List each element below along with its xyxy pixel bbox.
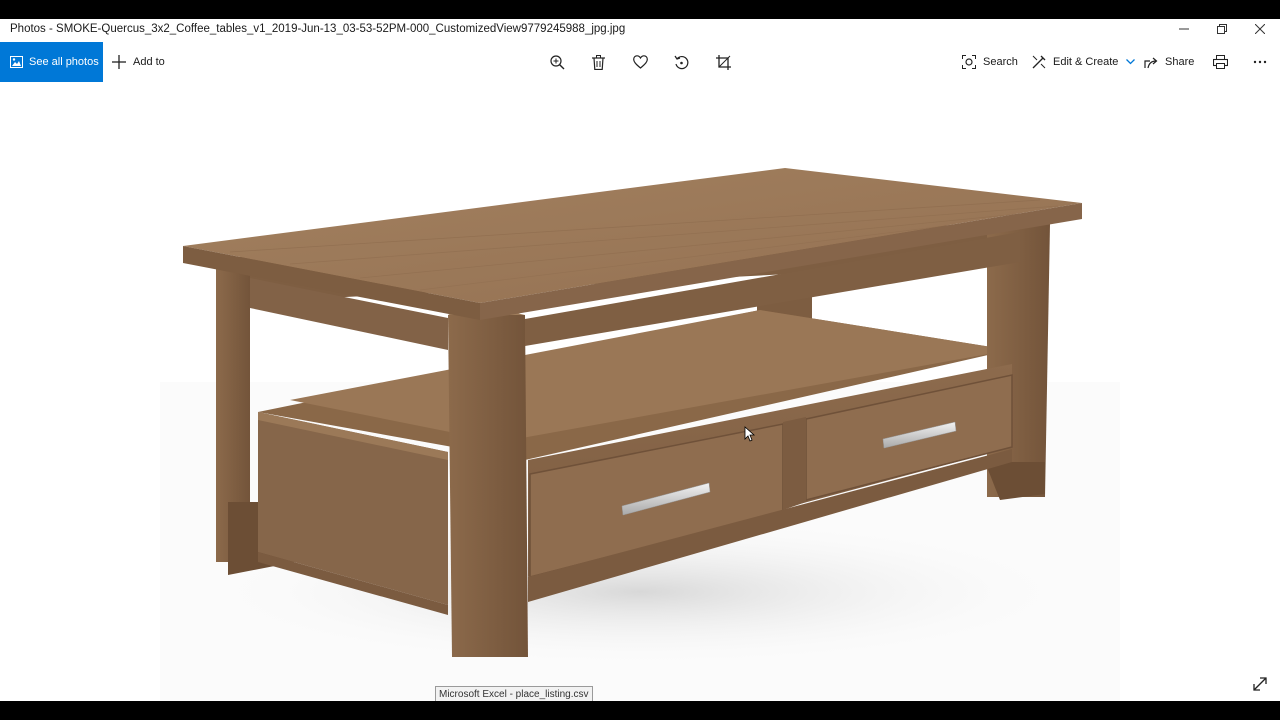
rotate-icon [674,55,688,69]
zoom-button[interactable] [547,52,567,72]
coffee-table-image [160,168,1120,701]
photo-viewer[interactable] [0,82,1280,701]
title-bar: Photos - SMOKE-Quercus_3x2_Coffee_tables… [0,19,1280,41]
share-icon [1144,56,1158,69]
delete-icon [591,54,605,70]
favorite-heart-icon [632,55,648,69]
delete-button[interactable] [588,52,608,72]
search-camera-icon [962,55,976,69]
more-icon [1253,60,1267,64]
photos-icon [10,56,23,68]
close-button[interactable] [1241,19,1279,39]
see-all-photos-label: See all photos [29,56,99,68]
window-title: Photos - SMOKE-Quercus_3x2_Coffee_tables… [10,23,626,35]
more-button[interactable] [1250,52,1270,72]
taskbar-tooltip: Microsoft Excel - place_listing.csv [435,686,593,701]
toolbar: See all photos Add to Search Edit & Crea… [0,42,1280,82]
add-to-button[interactable]: Add to [112,42,165,82]
fullscreen-expand-icon [1253,677,1267,691]
restore-button[interactable] [1203,19,1241,39]
edit-create-icon [1032,55,1046,69]
print-icon [1212,55,1228,69]
share-label: Share [1165,56,1195,68]
chevron-down-icon [1126,59,1136,65]
plus-icon [112,55,126,69]
search-button[interactable]: Search [962,42,1018,82]
minimize-button[interactable] [1165,19,1203,39]
favorite-button[interactable] [630,52,650,72]
photos-app-window: Photos - SMOKE-Quercus_3x2_Coffee_tables… [0,19,1280,701]
tooltip-text: Microsoft Excel - place_listing.csv [439,688,589,700]
search-label: Search [983,56,1018,68]
minimize-icon [1179,28,1189,30]
rotate-button[interactable] [671,52,691,72]
edit-create-label: Edit & Create [1053,56,1119,68]
close-icon [1255,24,1265,34]
share-button[interactable]: Share [1144,42,1194,82]
crop-button[interactable] [713,52,733,72]
crop-icon [715,54,731,70]
add-to-label: Add to [133,56,165,68]
see-all-photos-button[interactable]: See all photos [0,42,103,82]
fullscreen-button[interactable] [1250,675,1270,693]
restore-icon [1217,24,1227,34]
edit-create-button[interactable]: Edit & Create [1032,42,1136,82]
print-button[interactable] [1210,52,1230,72]
zoom-in-icon [549,54,564,69]
